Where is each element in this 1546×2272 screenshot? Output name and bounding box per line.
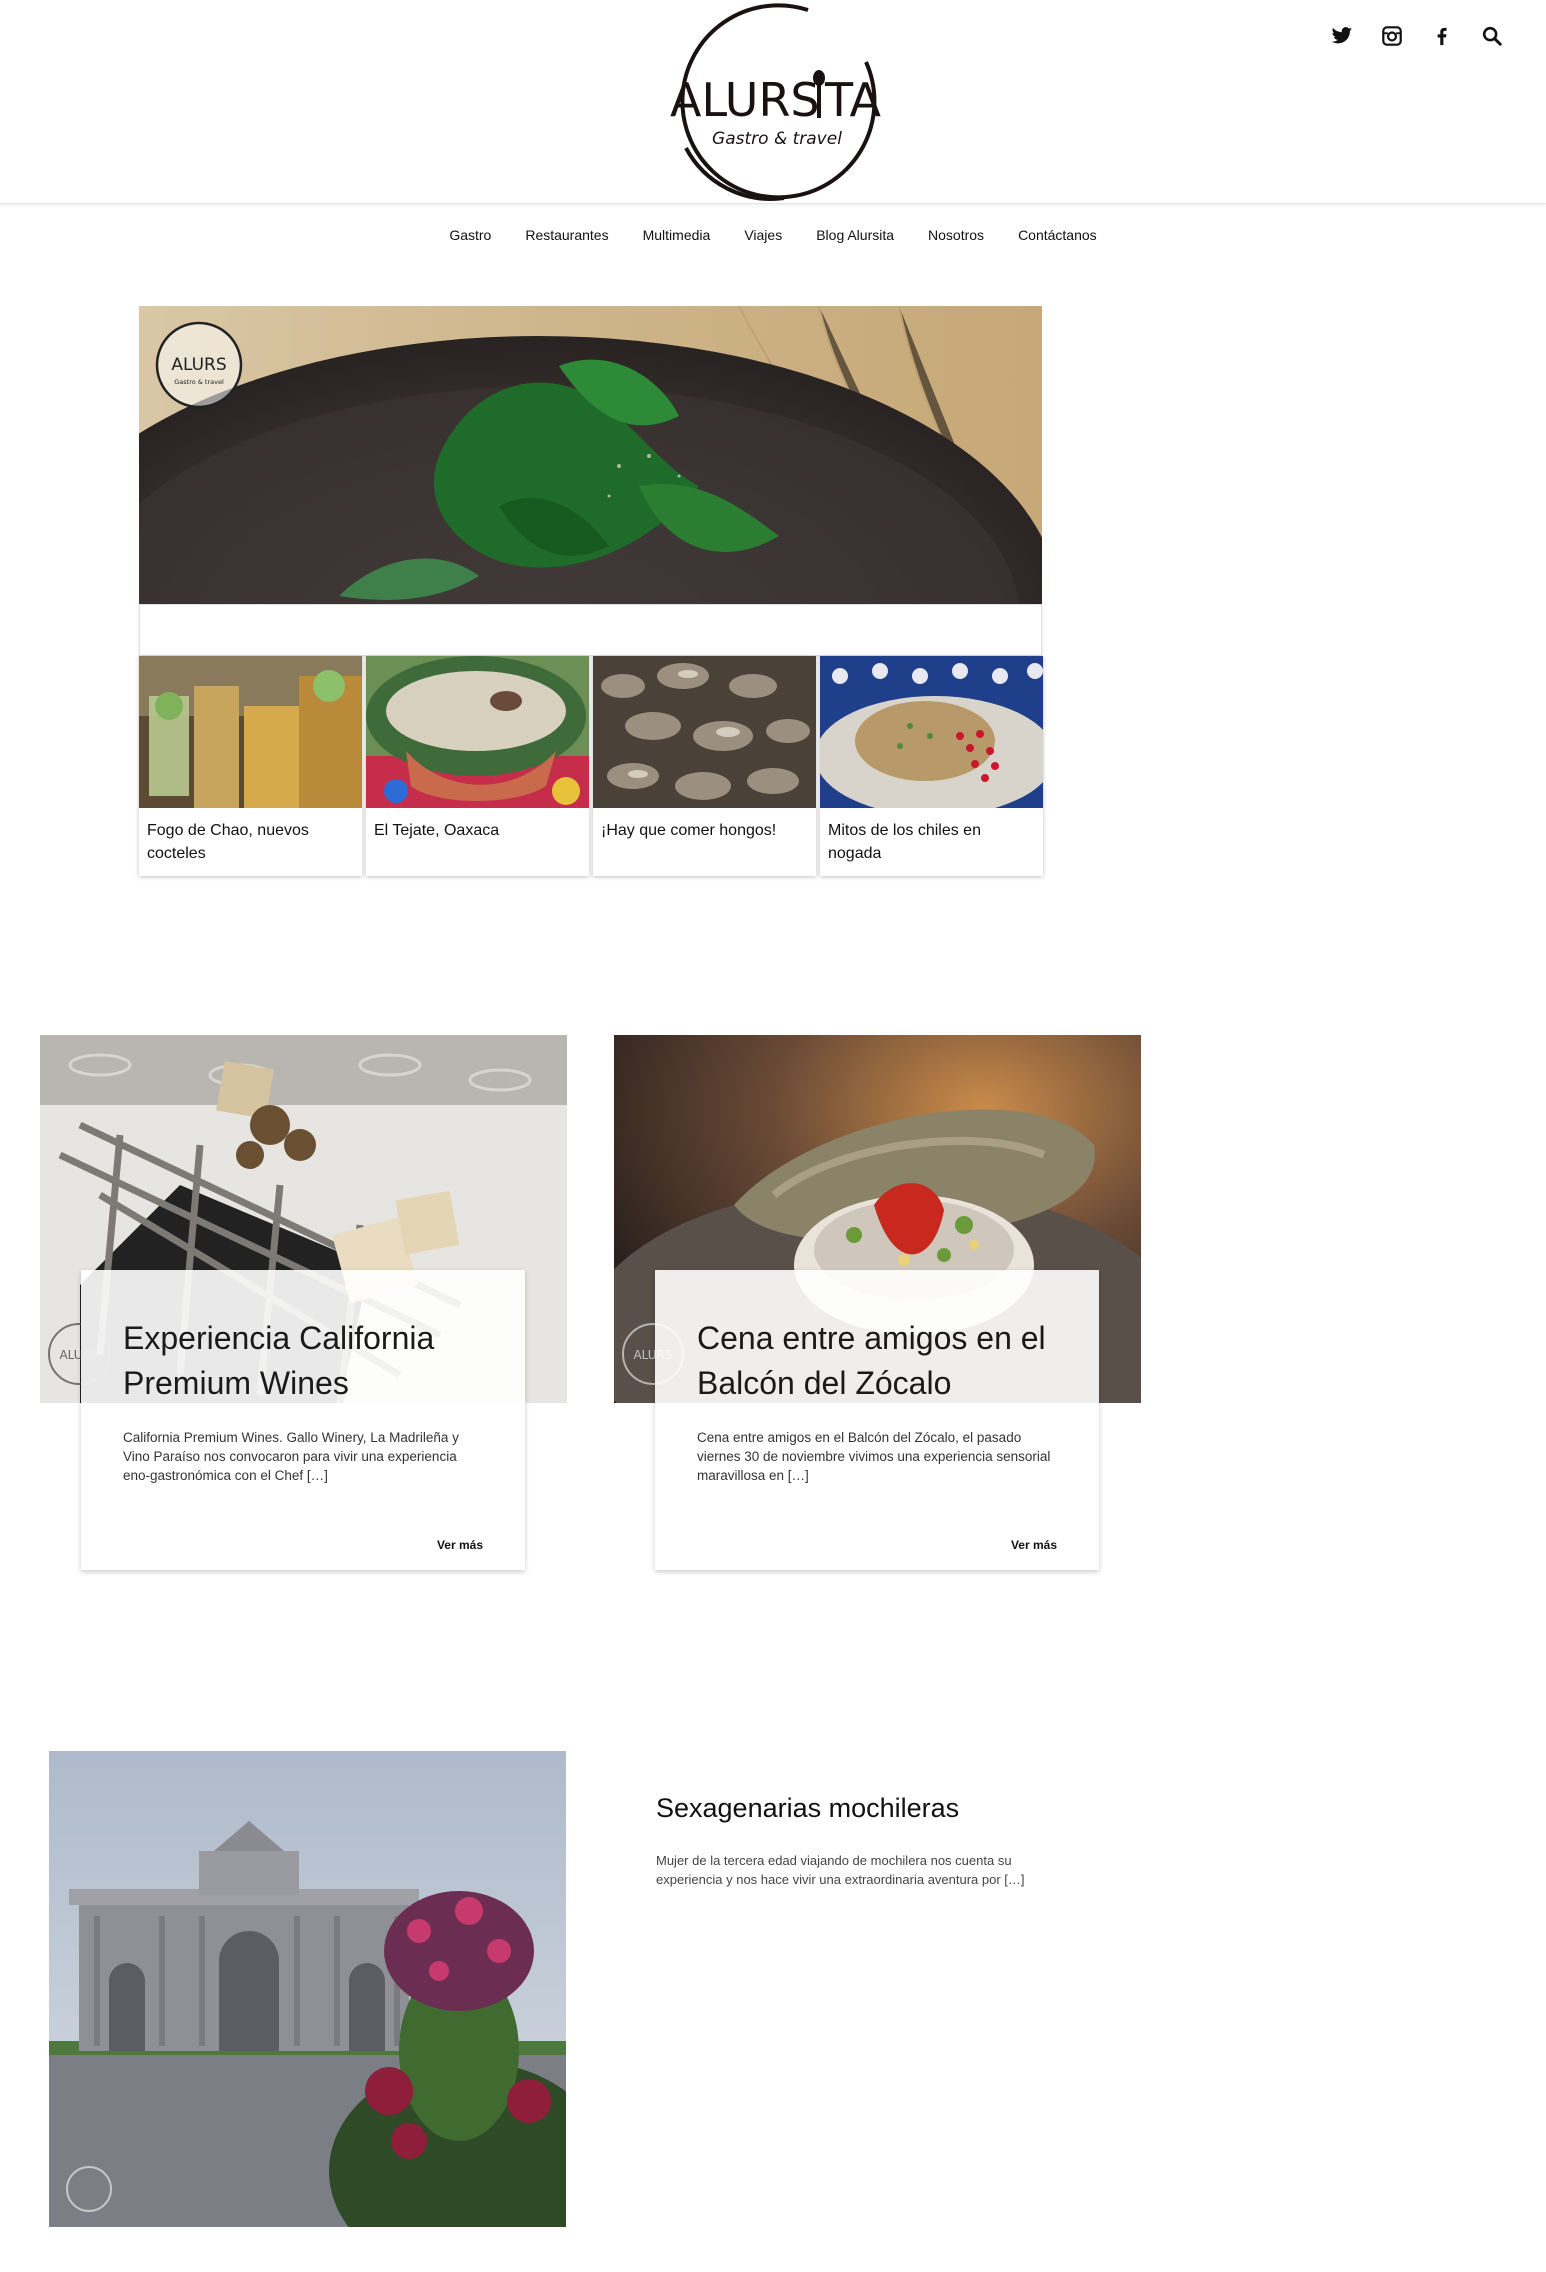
facebook-icon[interactable] [1428, 22, 1456, 50]
nav-item-multimedia[interactable]: Multimedia [643, 227, 711, 243]
twitter-icon[interactable] [1328, 22, 1356, 50]
watermark-tagline: Gastro & travel [174, 378, 224, 386]
nav-item-viajes[interactable]: Viajes [744, 227, 782, 243]
nav-item-contactanos[interactable]: Contáctanos [1018, 227, 1097, 243]
thumb-caption: ¡Hay que comer hongos! [601, 822, 777, 839]
thumb-caption: Mitos de los chiles en nogada [828, 822, 981, 862]
thumb-photo-tejate [366, 656, 589, 808]
read-more-link[interactable]: Ver más [437, 1538, 483, 1552]
featured-excerpt: Cena entre amigos en el Balcón del Zócal… [697, 1430, 1051, 1483]
hero-photo [139, 306, 1042, 604]
thumb-caption: El Tejate, Oaxaca [374, 822, 500, 839]
slider-thumb[interactable]: El Tejate, Oaxaca [366, 656, 589, 876]
thumb-photo-cocktails [139, 656, 362, 808]
main-nav: Gastro Restaurantes Multimedia Viajes Bl… [0, 204, 1546, 266]
post-image-mochileras[interactable] [49, 1751, 566, 2227]
featured-card: Cena entre amigos en el Balcón del Zócal… [655, 1270, 1099, 1570]
slider-thumb[interactable]: Fogo de Chao, nuevos cocteles [139, 656, 362, 876]
featured-card: Experiencia California Premium Wines Cal… [81, 1270, 525, 1570]
hero-slide-image[interactable]: ALURS Gastro & travel [139, 306, 1042, 604]
slider-thumb[interactable]: Mitos de los chiles en nogada [820, 656, 1043, 876]
featured-excerpt: California Premium Wines. Gallo Winery, … [123, 1430, 459, 1483]
nav-item-blog[interactable]: Blog Alursita [816, 227, 894, 243]
hero-caption-bar [139, 604, 1042, 656]
read-more-link[interactable]: Ver más [1011, 1538, 1057, 1552]
watermark-text: ALURS [171, 355, 226, 375]
social-links [1328, 22, 1506, 50]
featured-title[interactable]: Experiencia California Premium Wines [123, 1316, 503, 1406]
logo-tagline: Gastro & travel [712, 129, 842, 149]
alursita-logo[interactable]: ALURS TA Gastro & travel [666, 2, 888, 202]
slider-thumbnails: Fogo de Chao, nuevos cocteles El Tejate,… [139, 656, 1043, 876]
logo-wordmark-tail: TA [824, 73, 882, 127]
nav-item-restaurantes[interactable]: Restaurantes [525, 227, 608, 243]
featured-title[interactable]: Cena entre amigos en el Balcón del Zócal… [697, 1316, 1077, 1406]
thumb-photo-hongos [593, 656, 816, 808]
instagram-icon[interactable] [1378, 22, 1406, 50]
post-excerpt: Mujer de la tercera edad viajando de moc… [656, 1853, 1025, 1887]
logo-wordmark: ALURS [670, 73, 820, 127]
photo-puerta-alcala [49, 1751, 566, 2227]
slider-thumb[interactable]: ¡Hay que comer hongos! [593, 656, 816, 876]
thumb-photo-chiles [820, 656, 1043, 808]
thumb-caption: Fogo de Chao, nuevos cocteles [147, 822, 309, 862]
watermark-logo: ALURS Gastro & travel [155, 321, 243, 409]
site-header: ALURS TA Gastro & travel [0, 0, 1546, 204]
nav-item-gastro[interactable]: Gastro [449, 227, 491, 243]
search-icon[interactable] [1478, 22, 1506, 50]
post-title[interactable]: Sexagenarias mochileras [656, 1793, 959, 1824]
nav-item-nosotros[interactable]: Nosotros [928, 227, 984, 243]
